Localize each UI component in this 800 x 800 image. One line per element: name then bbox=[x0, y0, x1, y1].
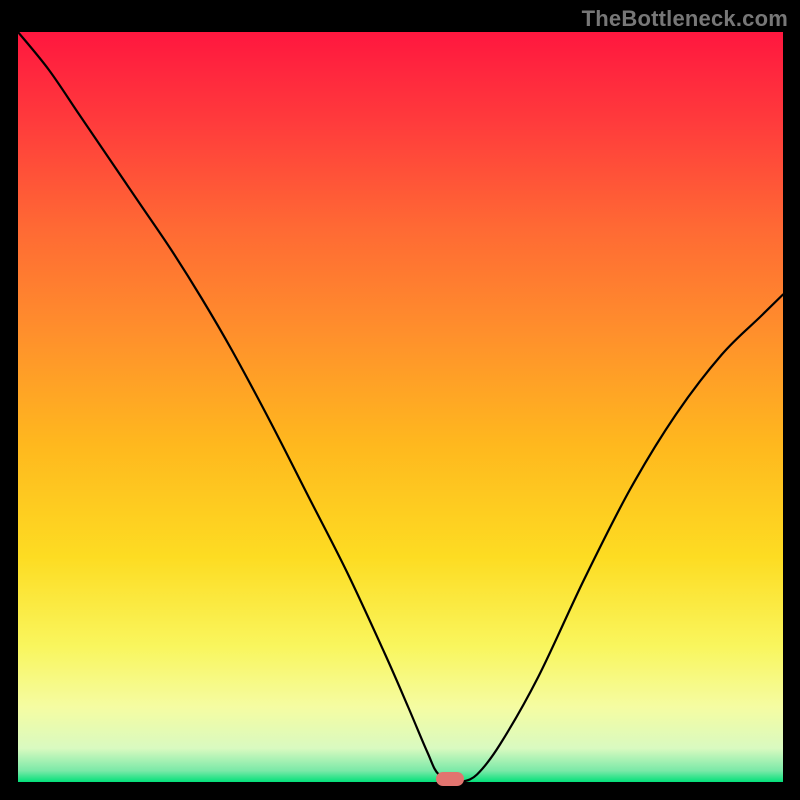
gradient-bg bbox=[18, 32, 783, 782]
chart-frame: TheBottleneck.com bbox=[0, 0, 800, 800]
plot-area bbox=[18, 32, 783, 782]
bottleneck-marker bbox=[436, 772, 464, 786]
chart-svg bbox=[18, 32, 783, 782]
watermark-text: TheBottleneck.com bbox=[582, 6, 788, 32]
